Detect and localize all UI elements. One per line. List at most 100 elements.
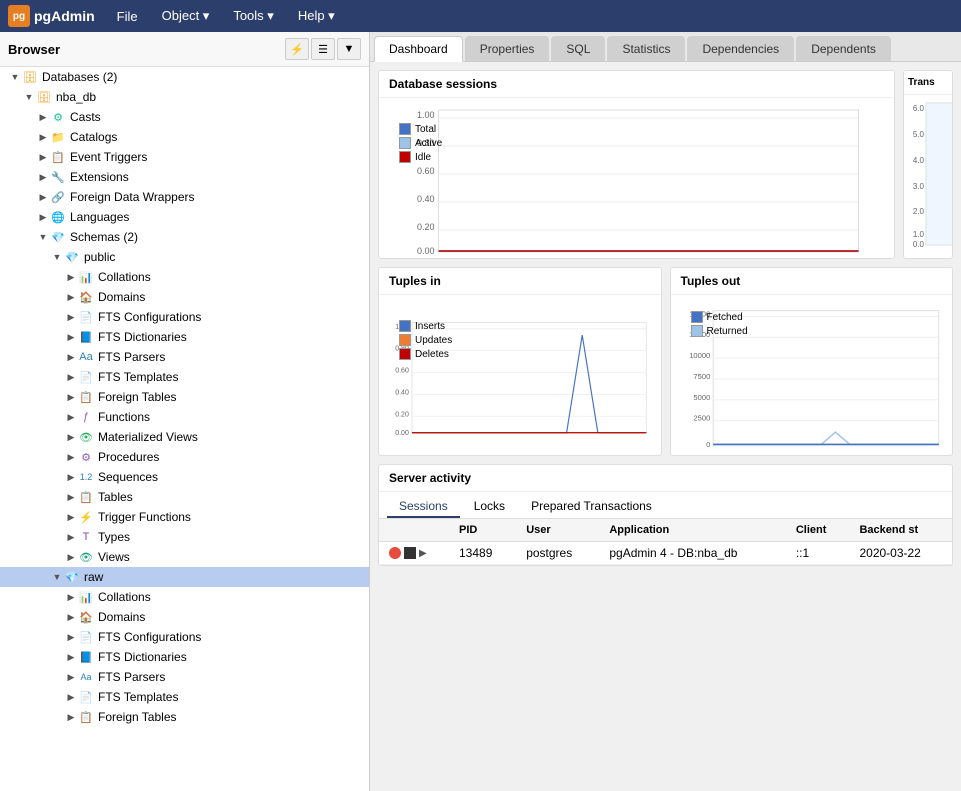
schemas-label: Schemas (2): [70, 230, 365, 244]
tree-item-domains[interactable]: ▶ 🏠 Domains: [0, 287, 369, 307]
tree-item-materialized-views[interactable]: ▶ 👁 Materialized Views: [0, 427, 369, 447]
tree-item-procedures[interactable]: ▶ ⚙ Procedures: [0, 447, 369, 467]
tree-item-schemas[interactable]: ▼ 💎 Schemas (2): [0, 227, 369, 247]
tree-item-catalogs[interactable]: ▶ 📁 Catalogs: [0, 127, 369, 147]
tree-item-event-triggers[interactable]: ▶ 📋 Event Triggers: [0, 147, 369, 167]
tree-item-trigger-functions[interactable]: ▶ ⚡ Trigger Functions: [0, 507, 369, 527]
procedures-label: Procedures: [98, 450, 365, 464]
legend-total-color: [399, 123, 411, 135]
legend-fetched: Fetched: [691, 311, 748, 323]
expand-languages: ▶: [36, 212, 50, 223]
server-activity-panel: Server activity Sessions Locks Prepared …: [378, 464, 953, 566]
expand-raw-fts-configs: ▶: [64, 632, 78, 643]
refresh-button[interactable]: ⚡: [285, 38, 309, 60]
sequences-icon: 1.2: [78, 469, 94, 485]
tree-item-fts-configs[interactable]: ▶ 📄 FTS Configurations: [0, 307, 369, 327]
tree-item-functions[interactable]: ▶ ƒ Functions: [0, 407, 369, 427]
tree-item-sequences[interactable]: ▶ 1.2 Sequences: [0, 467, 369, 487]
legend-updates: Updates: [399, 334, 452, 346]
expand-databases: ▼: [8, 72, 22, 82]
raw-domains-icon: 🏠: [78, 609, 94, 625]
raw-icon: 💎: [64, 569, 80, 585]
tree-item-databases[interactable]: ▼ 🗄 Databases (2): [0, 67, 369, 87]
svg-text:2500: 2500: [693, 414, 710, 423]
svg-text:7500: 7500: [693, 372, 710, 381]
tree-item-tables[interactable]: ▶ 📋 Tables: [0, 487, 369, 507]
casts-icon: ⚙: [50, 109, 66, 125]
tree-item-fts-parsers[interactable]: ▶ Aa FTS Parsers: [0, 347, 369, 367]
menu-tools[interactable]: Tools ▾: [223, 4, 284, 28]
tree-item-raw-fts-templates[interactable]: ▶ 📄 FTS Templates: [0, 687, 369, 707]
svg-text:0.60: 0.60: [417, 166, 435, 176]
tree-item-views[interactable]: ▶ 👁 Views: [0, 547, 369, 567]
legend-returned-label: Returned: [707, 326, 748, 337]
expand-fts-parsers: ▶: [64, 352, 78, 363]
tree-item-public[interactable]: ▼ 💎 public: [0, 247, 369, 267]
tree-item-raw-fts-dicts[interactable]: ▶ 📘 FTS Dictionaries: [0, 647, 369, 667]
tree-item-raw-domains[interactable]: ▶ 🏠 Domains: [0, 607, 369, 627]
legend-returned: Returned: [691, 325, 748, 337]
col-client: Client: [786, 519, 850, 542]
fts-configs-label: FTS Configurations: [98, 310, 365, 324]
tree-item-collations[interactable]: ▶ 📊 Collations: [0, 267, 369, 287]
activity-tab-locks[interactable]: Locks: [462, 496, 517, 518]
expand-raw-foreign-tables: ▶: [64, 712, 78, 723]
public-icon: 💎: [64, 249, 80, 265]
menu-help[interactable]: Help ▾: [288, 4, 345, 28]
col-user: User: [516, 519, 599, 542]
expand-mat-views: ▶: [64, 432, 78, 443]
tab-dependents[interactable]: Dependents: [796, 36, 891, 61]
menu-file[interactable]: File: [107, 5, 148, 28]
collations-label: Collations: [98, 270, 365, 284]
charts-row-bottom: Tuples in Inserts Updates: [378, 267, 953, 456]
tree-item-raw-foreign-tables[interactable]: ▶ 📋 Foreign Tables: [0, 707, 369, 727]
legend-active-label: Active: [415, 138, 442, 149]
table-row: ▶ 13489 postgres pgAdmin 4 - DB:nba_db :…: [379, 542, 952, 565]
filter-button[interactable]: ▼: [337, 38, 361, 60]
event-triggers-icon: 📋: [50, 149, 66, 165]
expand-fts-dicts: ▶: [64, 332, 78, 343]
expand-raw-fts-parsers: ▶: [64, 672, 78, 683]
legend-inserts-color: [399, 320, 411, 332]
tab-dependencies[interactable]: Dependencies: [687, 36, 794, 61]
tree-item-raw-collations[interactable]: ▶ 📊 Collations: [0, 587, 369, 607]
view-button[interactable]: ☰: [311, 38, 335, 60]
stop-button[interactable]: [389, 547, 401, 559]
tab-dashboard[interactable]: Dashboard: [374, 36, 463, 62]
svg-text:5.0: 5.0: [913, 130, 925, 139]
tree-item-languages[interactable]: ▶ 🌐 Languages: [0, 207, 369, 227]
tree-item-raw-fts-configs[interactable]: ▶ 📄 FTS Configurations: [0, 627, 369, 647]
tree-item-foreign-tables[interactable]: ▶ 📋 Foreign Tables: [0, 387, 369, 407]
tab-properties[interactable]: Properties: [465, 36, 550, 61]
dashboard-content: Database sessions Total Active: [370, 62, 961, 791]
logo-icon: pg: [8, 5, 30, 27]
tree-item-nba-db[interactable]: ▼ 🗄 nba_db: [0, 87, 369, 107]
tree-item-raw-fts-parsers[interactable]: ▶ Aa FTS Parsers: [0, 667, 369, 687]
activity-tab-prepared-transactions[interactable]: Prepared Transactions: [519, 496, 664, 518]
tree-item-fts-templates[interactable]: ▶ 📄 FTS Templates: [0, 367, 369, 387]
tree-item-types[interactable]: ▶ T Types: [0, 527, 369, 547]
raw-fts-parsers-icon: Aa: [78, 669, 94, 685]
menu-object[interactable]: Object ▾: [152, 4, 220, 28]
pause-button[interactable]: [404, 547, 416, 559]
tree-item-extensions[interactable]: ▶ 🔧 Extensions: [0, 167, 369, 187]
svg-text:10000: 10000: [689, 351, 710, 360]
browser-title: Browser: [8, 42, 60, 57]
raw-collations-label: Collations: [98, 590, 365, 604]
expand-foreign-tables: ▶: [64, 392, 78, 403]
expand-row-button[interactable]: ▶: [419, 548, 427, 559]
trigger-functions-icon: ⚡: [78, 509, 94, 525]
tree-item-fts-dicts[interactable]: ▶ 📘 FTS Dictionaries: [0, 327, 369, 347]
transactions-svg: 6.0 5.0 4.0 3.0 2.0 1.0 0.0: [906, 99, 953, 249]
charts-row-top: Database sessions Total Active: [378, 70, 953, 259]
extensions-icon: 🔧: [50, 169, 66, 185]
extensions-label: Extensions: [70, 170, 365, 184]
activity-tab-sessions[interactable]: Sessions: [387, 496, 460, 518]
tree-item-fdw[interactable]: ▶ 🔗 Foreign Data Wrappers: [0, 187, 369, 207]
tree-item-casts[interactable]: ▶ ⚙ Casts: [0, 107, 369, 127]
tree-item-raw[interactable]: ▼ 💎 raw: [0, 567, 369, 587]
tab-statistics[interactable]: Statistics: [607, 36, 685, 61]
tab-sql[interactable]: SQL: [551, 36, 605, 61]
svg-text:0: 0: [706, 440, 710, 449]
svg-text:0.20: 0.20: [395, 411, 409, 418]
